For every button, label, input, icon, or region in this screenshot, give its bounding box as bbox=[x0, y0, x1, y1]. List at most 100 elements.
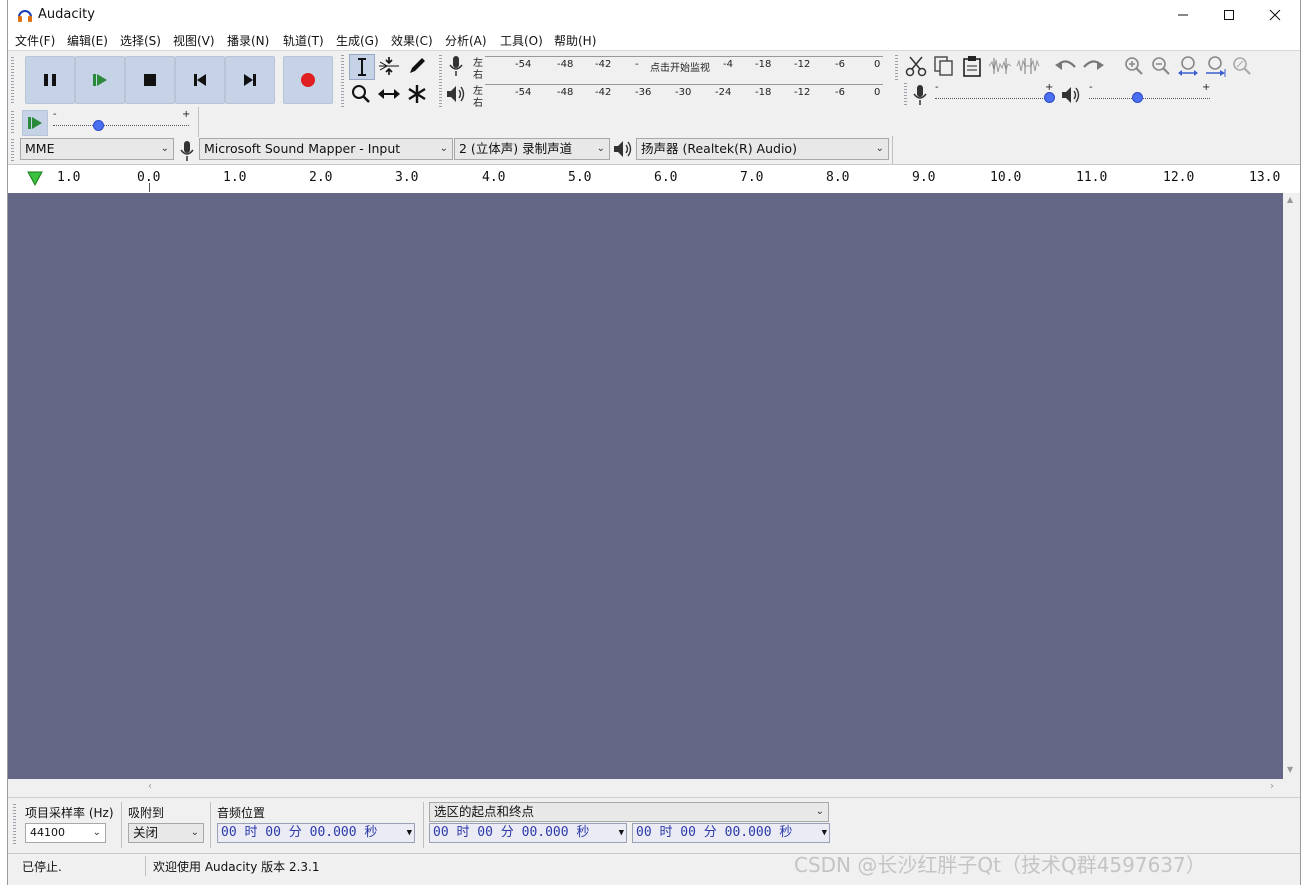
toolbar-grip[interactable] bbox=[341, 55, 344, 107]
selection-end-value: 00 时 00 分 00.000 秒 bbox=[636, 825, 793, 840]
zoom-fit-icon bbox=[1206, 56, 1226, 77]
monitor-hint[interactable]: 点击开始监视 bbox=[650, 59, 710, 74]
slider-knob[interactable] bbox=[1132, 92, 1143, 103]
silence-button[interactable] bbox=[1016, 54, 1040, 78]
playback-state: 已停止. bbox=[22, 860, 62, 874]
toolbar-grip[interactable] bbox=[895, 55, 898, 81]
close-button[interactable] bbox=[1252, 0, 1298, 30]
pause-icon bbox=[44, 74, 56, 86]
dropdown-arrow-icon[interactable]: ▼ bbox=[822, 824, 827, 842]
play-head-icon[interactable] bbox=[26, 169, 44, 187]
toolbar-grip[interactable] bbox=[13, 804, 16, 846]
timeline-ruler[interactable]: 1.0 0.0 1.0 2.0 3.0 4.0 5.0 6.0 7.0 8.0 … bbox=[8, 164, 1300, 194]
fit-selection-button[interactable] bbox=[1176, 54, 1200, 78]
input-channels-select[interactable]: 2 (立体声) 录制声道 ⌄ bbox=[454, 138, 610, 160]
maximize-icon bbox=[1224, 10, 1234, 20]
close-icon bbox=[1269, 9, 1281, 21]
scroll-down-icon[interactable]: ▼ bbox=[1287, 765, 1293, 774]
menu-analyze[interactable]: 分析(A) bbox=[445, 32, 487, 49]
playback-speed-slider[interactable] bbox=[53, 124, 189, 126]
input-device-select[interactable]: Microsoft Sound Mapper - Input ⌄ bbox=[199, 138, 453, 160]
slider-knob[interactable] bbox=[1044, 92, 1055, 103]
cut-button[interactable] bbox=[904, 54, 928, 78]
play-at-speed-button[interactable] bbox=[22, 110, 48, 136]
maximize-button[interactable] bbox=[1206, 0, 1252, 30]
menu-view[interactable]: 视图(V) bbox=[173, 32, 215, 49]
meter-right-label: 右 bbox=[473, 98, 483, 109]
selection-mode-select[interactable]: 选区的起点和终点 ⌄ bbox=[429, 802, 829, 822]
scroll-up-icon[interactable]: ▲ bbox=[1287, 195, 1293, 204]
window-title: Audacity bbox=[38, 7, 95, 22]
trim-button[interactable] bbox=[988, 54, 1012, 78]
zoom-in-button[interactable] bbox=[1122, 54, 1146, 78]
audio-position-label: 音频位置 bbox=[217, 806, 266, 820]
selection-start-time[interactable]: 00 时 00 分 00.000 秒 ▼ bbox=[429, 823, 627, 843]
playback-meter-button[interactable] bbox=[444, 82, 468, 106]
playback-volume-slider[interactable] bbox=[1089, 97, 1210, 99]
undo-button[interactable] bbox=[1054, 54, 1078, 78]
toolbar-grip[interactable] bbox=[11, 57, 14, 103]
playback-meter[interactable]: -54 -48 -42 -36 -30 -24 -18 -12 -6 0 bbox=[485, 84, 883, 99]
trim-audio-icon bbox=[988, 58, 1012, 74]
toolbar-grip[interactable] bbox=[904, 83, 907, 105]
zoom-toggle-button[interactable] bbox=[1230, 54, 1254, 78]
fit-project-button[interactable] bbox=[1203, 54, 1227, 78]
selection-mode-value: 选区的起点和终点 bbox=[434, 804, 535, 819]
menu-help[interactable]: 帮助(H) bbox=[554, 32, 596, 49]
vertical-scrollbar[interactable]: ▲ ▼ bbox=[1283, 193, 1300, 779]
minimize-button[interactable] bbox=[1160, 0, 1206, 30]
timeshift-tool-button[interactable] bbox=[377, 82, 401, 106]
record-meter-button[interactable] bbox=[444, 54, 468, 78]
zoom-out-icon bbox=[1152, 57, 1170, 75]
toolbar-grip[interactable] bbox=[439, 55, 442, 107]
audio-position-time[interactable]: 00 时 00 分 00.000 秒 ▼ bbox=[217, 823, 415, 843]
pause-button[interactable] bbox=[25, 56, 75, 104]
zoom-out-button[interactable] bbox=[1149, 54, 1173, 78]
menu-effect[interactable]: 效果(C) bbox=[391, 32, 433, 49]
menu-tracks[interactable]: 轨道(T) bbox=[283, 32, 324, 49]
snap-to-select[interactable]: 关闭 ⌄ bbox=[128, 823, 204, 843]
output-device-select[interactable]: 扬声器 (Realtek(R) Audio) ⌄ bbox=[636, 138, 889, 160]
skip-end-button[interactable] bbox=[225, 56, 275, 104]
paste-button[interactable] bbox=[960, 54, 984, 78]
record-volume-slider[interactable] bbox=[935, 97, 1049, 99]
audio-host-select[interactable]: MME ⌄ bbox=[20, 138, 174, 160]
copy-button[interactable] bbox=[932, 54, 956, 78]
slider-knob[interactable] bbox=[93, 120, 104, 131]
scroll-right-icon[interactable]: › bbox=[1270, 781, 1274, 792]
record-button[interactable] bbox=[283, 56, 333, 104]
record-meter[interactable]: -54 -48 -42 - 点击开始监视 -4 -18 -12 -6 0 bbox=[485, 56, 883, 74]
selection-end-time[interactable]: 00 时 00 分 00.000 秒 ▼ bbox=[632, 823, 830, 843]
stop-button[interactable] bbox=[125, 56, 175, 104]
menu-generate[interactable]: 生成(G) bbox=[336, 32, 379, 49]
selection-tool-button[interactable] bbox=[349, 54, 375, 80]
toolbar-separator bbox=[210, 802, 211, 848]
microphone-icon bbox=[913, 85, 927, 105]
zoom-tool-button[interactable] bbox=[349, 82, 373, 106]
menu-tools[interactable]: 工具(O) bbox=[500, 32, 543, 49]
toolbar-separator bbox=[121, 802, 122, 848]
envelope-tool-button[interactable] bbox=[377, 54, 401, 78]
ruler-tick: 10.0 bbox=[990, 170, 1022, 185]
skip-start-button[interactable] bbox=[175, 56, 225, 104]
track-panel[interactable] bbox=[8, 193, 1283, 779]
project-rate-select[interactable]: 44100 ⌄ bbox=[25, 823, 106, 843]
play-button[interactable] bbox=[75, 56, 125, 104]
ruler-tick: 12.0 bbox=[1163, 170, 1195, 185]
scroll-left-icon[interactable]: ‹ bbox=[148, 781, 152, 792]
silence-audio-icon bbox=[1016, 58, 1040, 74]
stop-icon bbox=[144, 74, 156, 86]
multi-tool-button[interactable] bbox=[405, 82, 429, 106]
horizontal-scrollbar[interactable]: ‹ › bbox=[8, 779, 1300, 796]
menu-file[interactable]: 文件(F) bbox=[15, 32, 55, 49]
menu-edit[interactable]: 编辑(E) bbox=[67, 32, 108, 49]
toolbar-grip[interactable] bbox=[11, 139, 14, 161]
dropdown-arrow-icon[interactable]: ▼ bbox=[619, 824, 624, 842]
redo-button[interactable] bbox=[1081, 54, 1105, 78]
menu-select[interactable]: 选择(S) bbox=[120, 32, 161, 49]
toolbar-grip[interactable] bbox=[11, 111, 14, 135]
menu-transport[interactable]: 播录(N) bbox=[227, 32, 269, 49]
draw-tool-button[interactable] bbox=[405, 54, 429, 78]
slider-max-label: + bbox=[182, 109, 191, 120]
dropdown-arrow-icon[interactable]: ▼ bbox=[407, 824, 412, 842]
